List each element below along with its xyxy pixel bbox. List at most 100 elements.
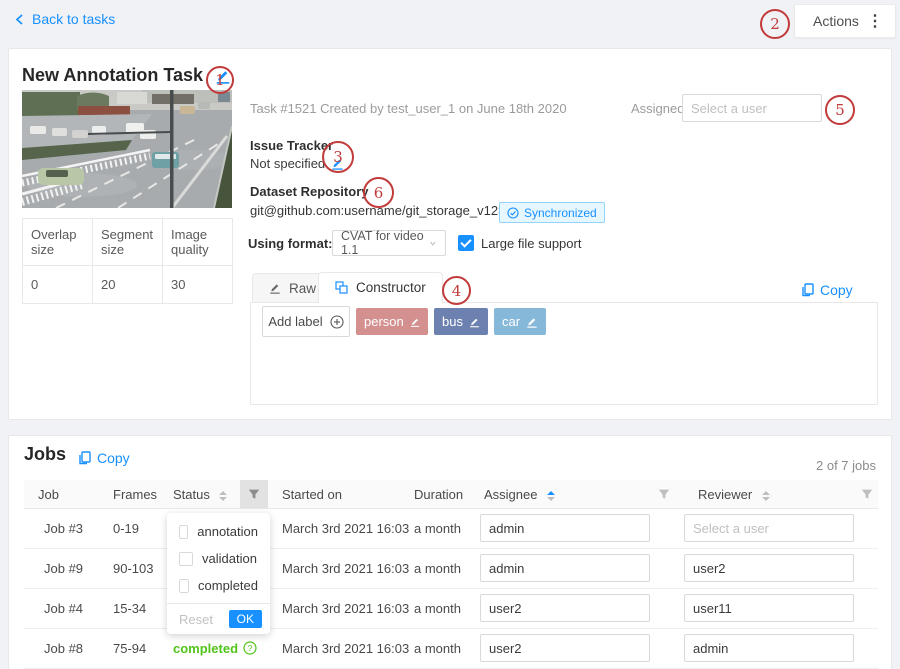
job-frames: 0-19 xyxy=(113,521,139,536)
sync-badge-label: Synchronized xyxy=(524,206,597,220)
issue-tracker-value: Not specified xyxy=(250,156,325,171)
filter-option-completed[interactable]: completed xyxy=(167,572,270,599)
col-assignee[interactable]: Assignee xyxy=(484,487,555,502)
job-assignee-input[interactable] xyxy=(480,594,650,622)
format-select[interactable]: CVAT for video 1.1 xyxy=(332,230,446,256)
jobs-count: 2 of 7 jobs xyxy=(676,458,876,473)
param-value-quality: 30 xyxy=(163,266,233,304)
copy-icon xyxy=(801,283,814,297)
sync-status-badge: Synchronized xyxy=(499,202,605,223)
annotation-marker-4: 4 xyxy=(442,276,471,305)
issue-tracker-label: Issue Tracker xyxy=(250,138,333,153)
edit-label-icon[interactable] xyxy=(469,316,480,328)
actions-button[interactable]: Actions ⋮ xyxy=(794,4,896,38)
pencil-icon xyxy=(269,282,281,294)
job-assignee-input[interactable] xyxy=(480,514,650,542)
job-assignee-input[interactable] xyxy=(480,634,650,662)
add-label-button[interactable]: Add label xyxy=(262,306,350,337)
param-header-overlap: Overlap size xyxy=(23,219,93,266)
assigned-to-input[interactable] xyxy=(682,94,822,122)
job-started: March 3rd 2021 16:03 xyxy=(282,601,409,616)
job-duration: a month xyxy=(414,601,461,616)
param-header-segment: Segment size xyxy=(93,219,163,266)
job-link[interactable]: Job #4 xyxy=(44,601,83,616)
copy-icon xyxy=(78,451,91,465)
job-reviewer-input[interactable] xyxy=(684,554,854,582)
assignee-filter-icon[interactable] xyxy=(658,488,670,500)
label-chip-bus-text: bus xyxy=(442,314,463,329)
job-started: March 3rd 2021 16:03 xyxy=(282,521,409,536)
using-format-label: Using format: xyxy=(248,236,333,251)
filter-option-annotation-label: annotation xyxy=(197,524,258,539)
status-sorter[interactable] xyxy=(219,491,227,501)
job-assignee-input[interactable] xyxy=(480,554,650,582)
reviewer-filter-icon[interactable] xyxy=(861,488,873,500)
col-reviewer[interactable]: Reviewer xyxy=(698,487,770,502)
checkbox-completed[interactable] xyxy=(179,579,189,593)
label-chip-car[interactable]: car xyxy=(494,308,546,335)
tab-constructor-label: Constructor xyxy=(356,280,426,295)
jobs-table-header: Job Frames Status Started on Duration As… xyxy=(24,480,878,509)
jobs-copy-button[interactable]: Copy xyxy=(78,450,130,466)
svg-text:?: ? xyxy=(248,643,253,653)
edit-label-icon[interactable] xyxy=(410,316,420,328)
param-value-segment: 20 xyxy=(93,266,163,304)
status-filter-button[interactable] xyxy=(240,480,268,508)
job-duration: a month xyxy=(414,641,461,656)
task-preview-image xyxy=(22,90,232,208)
job-started: March 3rd 2021 16:03 xyxy=(282,561,409,576)
question-circle-icon: ? xyxy=(243,641,257,655)
block-icon xyxy=(335,281,348,294)
edit-label-icon[interactable] xyxy=(526,316,538,328)
job-reviewer-input[interactable] xyxy=(684,594,854,622)
back-to-tasks-label[interactable]: Back to tasks xyxy=(32,11,115,27)
job-reviewer-input[interactable] xyxy=(684,514,854,542)
filter-option-annotation[interactable]: annotation xyxy=(167,518,270,545)
filter-option-completed-label: completed xyxy=(198,578,258,593)
back-to-tasks-link[interactable]: Back to tasks xyxy=(14,11,115,27)
filter-funnel-icon[interactable] xyxy=(248,488,260,500)
job-reviewer-input[interactable] xyxy=(684,634,854,662)
jobs-title: Jobs xyxy=(24,444,66,465)
job-row: Job #3 0-19 March 3rd 2021 16:03 a month xyxy=(24,508,878,549)
filter-ok-button[interactable]: OK xyxy=(229,610,262,628)
add-label-text: Add label xyxy=(268,314,322,329)
assignee-sorter[interactable] xyxy=(547,491,555,501)
label-chip-person-text: person xyxy=(364,314,404,329)
label-chip-bus[interactable]: bus xyxy=(434,308,488,335)
tab-raw-label: Raw xyxy=(289,281,316,296)
job-row: Job #9 90-103 March 3rd 2021 16:03 a mon… xyxy=(24,548,878,589)
col-frames: Frames xyxy=(113,487,157,502)
param-header-quality: Image quality xyxy=(163,219,233,266)
filter-option-validation-label: validation xyxy=(202,551,257,566)
job-status: completed xyxy=(173,641,238,656)
large-file-label: Large file support xyxy=(481,236,581,251)
more-vertical-icon: ⋮ xyxy=(867,11,883,31)
check-circle-icon xyxy=(507,207,519,219)
job-link[interactable]: Job #9 xyxy=(44,561,83,576)
job-link[interactable]: Job #3 xyxy=(44,521,83,536)
tab-constructor[interactable]: Constructor xyxy=(318,272,443,303)
large-file-checkbox[interactable] xyxy=(458,235,474,251)
labels-copy-label: Copy xyxy=(820,282,853,298)
cvat-task-page: Back to tasks Actions ⋮ New Annotation T… xyxy=(0,0,900,669)
filter-option-validation[interactable]: validation xyxy=(167,545,270,572)
chevron-down-icon xyxy=(429,239,437,248)
checkbox-annotation[interactable] xyxy=(179,525,188,539)
filter-reset-button[interactable]: Reset xyxy=(179,612,213,627)
task-meta: Task #1521 Created by test_user_1 on Jun… xyxy=(250,101,567,116)
checkbox-validation[interactable] xyxy=(179,552,193,566)
annotation-marker-3: 3 xyxy=(322,141,354,173)
reviewer-sorter[interactable] xyxy=(762,491,770,501)
plus-circle-icon xyxy=(330,315,344,329)
job-duration: a month xyxy=(414,561,461,576)
job-link[interactable]: Job #8 xyxy=(44,641,83,656)
task-params-table: Overlap size Segment size Image quality … xyxy=(22,218,233,304)
jobs-copy-label: Copy xyxy=(97,450,130,466)
col-status[interactable]: Status xyxy=(173,487,227,502)
annotation-marker-6: 6 xyxy=(363,177,394,208)
labels-copy-button[interactable]: Copy xyxy=(801,282,853,298)
job-row: Job #8 75-94 completed ? March 3rd 2021 … xyxy=(24,628,878,669)
label-chip-person[interactable]: person xyxy=(356,308,428,335)
format-select-value: CVAT for video 1.1 xyxy=(341,229,429,257)
